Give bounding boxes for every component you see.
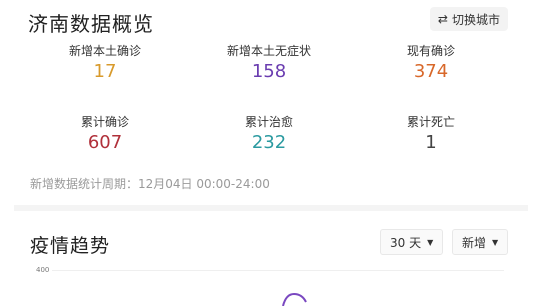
section-divider: [14, 205, 528, 211]
stat-total-confirmed: 累计确诊 607: [30, 113, 180, 153]
stat-new-local-asymptomatic: 新增本土无症状 158: [194, 42, 344, 82]
swap-icon: ⇄: [437, 12, 448, 26]
stat-label: 累计确诊: [80, 115, 129, 129]
data-type-select-value: 新增: [462, 235, 487, 250]
switch-city-label: 切换城市: [451, 12, 500, 27]
stat-label: 累计治愈: [244, 115, 293, 129]
stat-label: 新增本土确诊: [68, 44, 141, 58]
range-select[interactable]: 30 天 ▼: [380, 229, 444, 255]
trend-section-title: 疫情趋势: [30, 235, 111, 257]
chevron-down-icon: ▼: [492, 237, 499, 247]
data-type-select[interactable]: 新增 ▼: [452, 229, 509, 255]
stat-value: 17: [93, 61, 117, 82]
stat-value: 374: [413, 61, 449, 82]
stats-period-note: 新增数据统计周期：12月04日 00:00-24:00: [30, 177, 270, 191]
stat-value: 607: [87, 132, 123, 153]
stat-total-deaths: 累计死亡 1: [356, 113, 506, 153]
page-title: 济南数据概览: [28, 12, 154, 36]
chart-series-mark: [282, 292, 307, 306]
stat-new-local-confirmed: 新增本土确诊 17: [30, 42, 180, 82]
range-select-value: 30 天: [390, 235, 422, 250]
stat-current-confirmed: 现有确诊 374: [356, 42, 506, 82]
chevron-down-icon: ▼: [427, 237, 434, 247]
stat-label: 新增本土无症状: [226, 44, 311, 58]
chart-line-segment: [282, 292, 307, 306]
stat-value: 232: [251, 132, 287, 153]
stat-value: 158: [251, 61, 287, 82]
switch-city-button[interactable]: ⇄ 切换城市: [429, 7, 508, 31]
chart-y-tick: 400: [36, 266, 50, 274]
stat-total-cured: 累计治愈 232: [194, 113, 344, 153]
stat-value: 1: [425, 132, 437, 153]
stat-label: 现有确诊: [406, 44, 455, 58]
stat-label: 累计死亡: [406, 115, 455, 129]
chart-gridline: [52, 270, 504, 271]
